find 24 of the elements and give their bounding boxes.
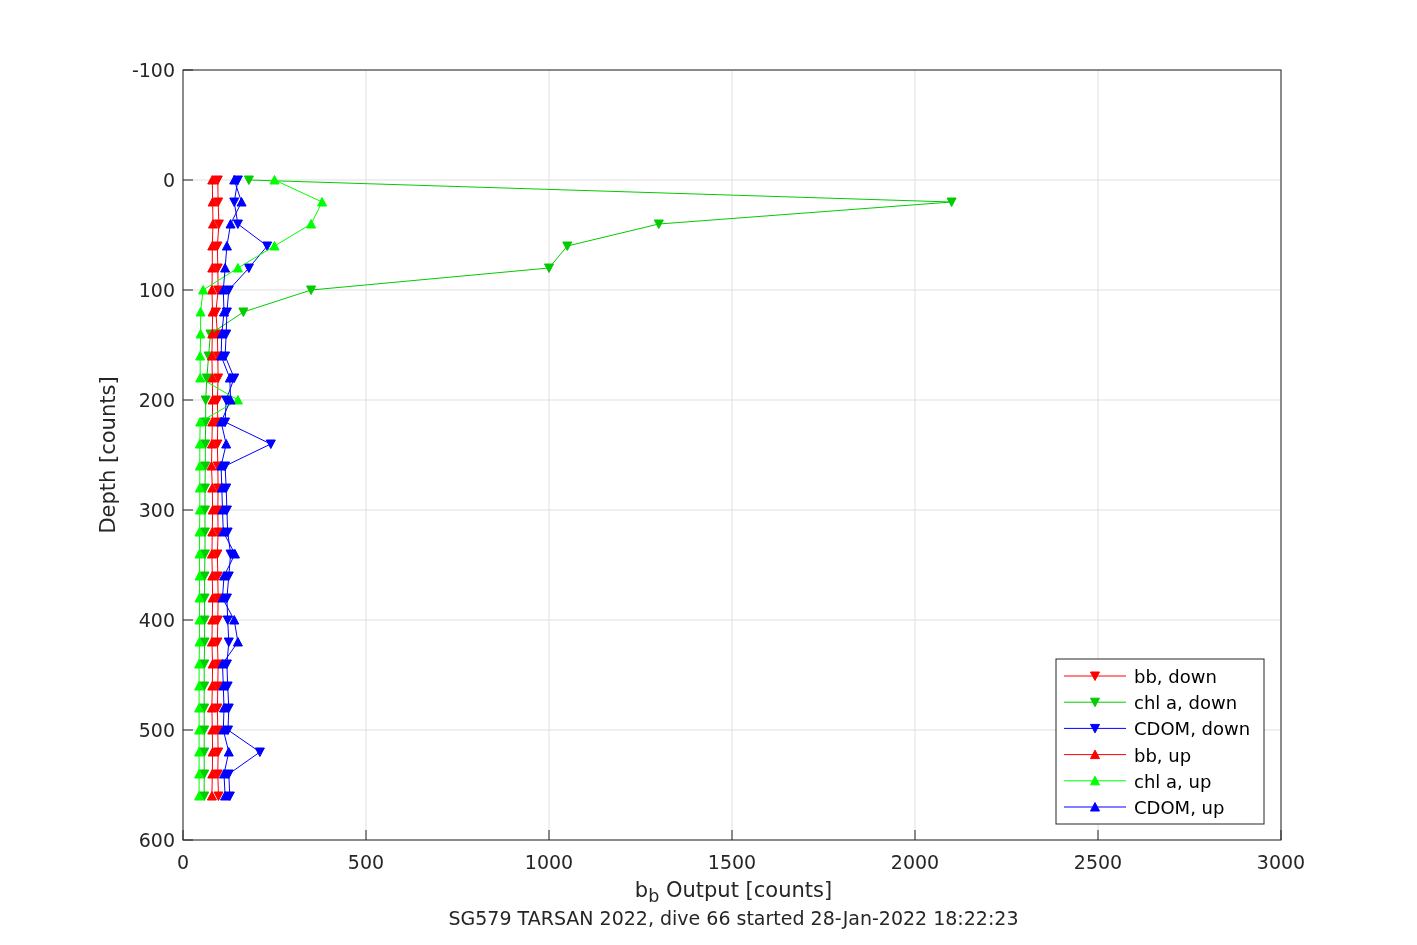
legend-entry: CDOM, down [1134,718,1251,740]
y-tick-label: -100 [131,59,175,81]
y-tick-label: 0 [162,169,175,191]
legend-entry: CDOM, up [1134,797,1225,818]
x-tick-label: 2000 [890,851,940,873]
x-tick-label: 0 [176,851,190,873]
figure-title: SG579 TARSAN 2022, dive 66 started 28-Jan-2022 18:22:23 [448,907,1019,930]
y-tick-label: 100 [138,279,175,301]
legend-entry: chl a, down [1134,692,1238,714]
x-tick-label: 1000 [524,851,574,873]
y-tick-label: 600 [138,829,175,851]
x-tick-label: 500 [347,851,385,873]
x-tick-label: 2500 [1073,851,1123,873]
legend-entry: chl a, up [1134,770,1212,792]
legend-entry: bb, up [1134,744,1192,766]
x-tick-label: 1500 [707,851,757,873]
y-tick-label: 200 [138,389,175,411]
y-tick-label: 300 [138,499,175,521]
x-tick-label: 3000 [1256,851,1306,873]
legend-entry: bb, down [1134,666,1217,687]
x-axis-title: b$_{b}$ Output [counts] [634,878,833,908]
y-axis-title: Depth [counts] [96,376,120,534]
y-tick-label: 500 [138,719,175,741]
y-tick-label: 400 [138,609,175,631]
